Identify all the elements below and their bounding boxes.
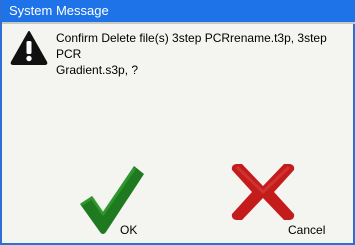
cancel-label: Cancel	[288, 223, 326, 237]
warning-icon	[10, 30, 48, 65]
message-line-2: Gradient.s3p, ?	[56, 63, 139, 77]
ok-button[interactable]: OK	[76, 160, 146, 240]
message-line-1: Confirm Delete file(s) 3step PCRrename.t…	[56, 31, 327, 61]
dialog-title: System Message	[2, 0, 355, 22]
dialog-message: Confirm Delete file(s) 3step PCRrename.t…	[56, 30, 352, 78]
title-divider	[2, 22, 355, 24]
ok-label: OK	[120, 223, 138, 237]
cancel-button[interactable]: Cancel	[224, 162, 334, 240]
system-message-dialog: System Message Confirm Delete file(s) 3s…	[0, 0, 355, 245]
x-cross-icon	[231, 164, 295, 220]
